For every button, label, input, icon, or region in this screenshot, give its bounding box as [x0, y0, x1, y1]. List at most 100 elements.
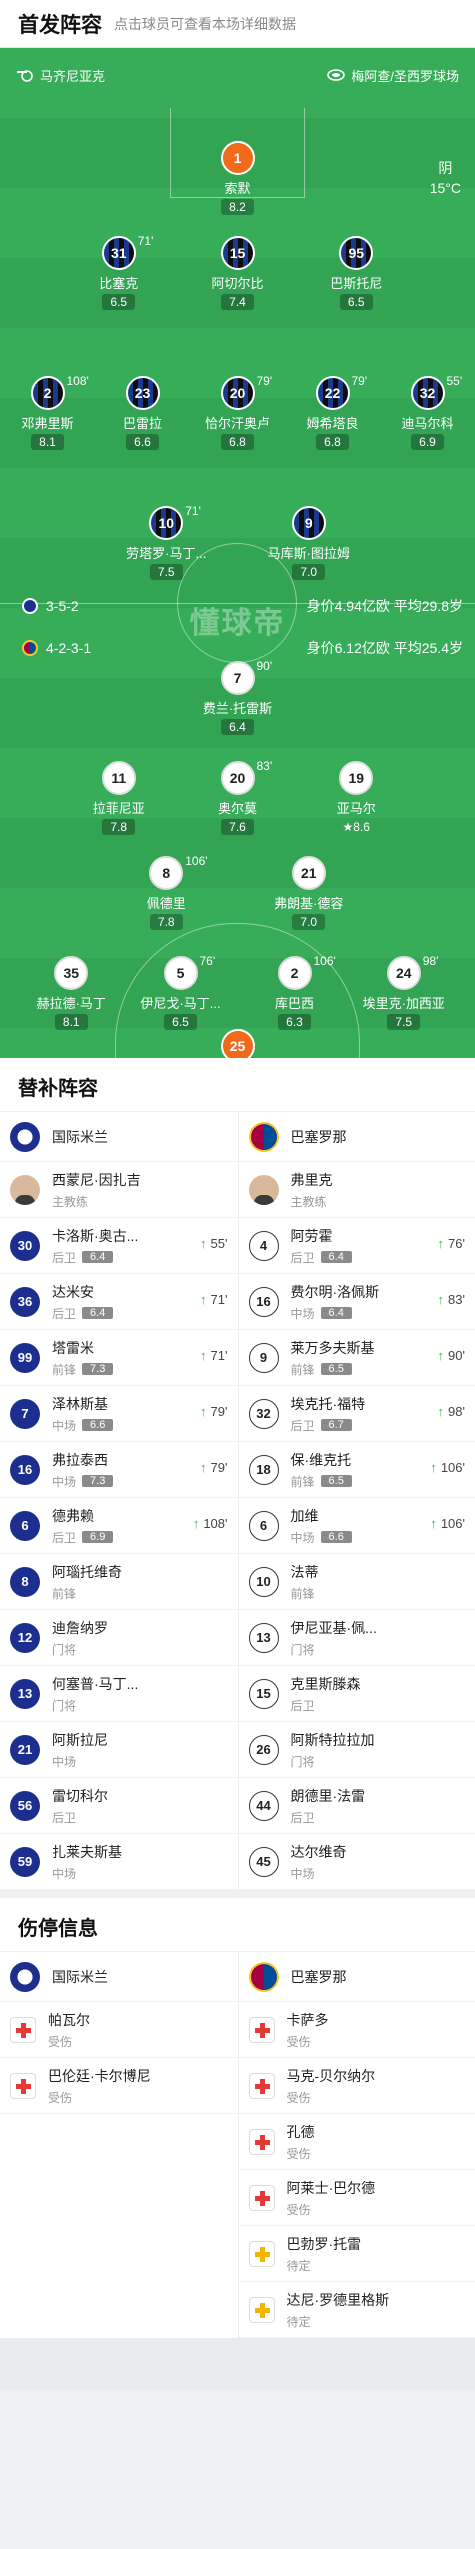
sub-player-row[interactable]: 44 朗德里·法雷 后卫 — [238, 1778, 475, 1834]
sub-time: 71' — [185, 504, 201, 518]
player-marker[interactable]: 20 79' 恰尔汗奥卢 6.8 — [183, 374, 293, 451]
coach-avatar — [248, 1174, 279, 1205]
player-marker[interactable]: 24 98' 埃里克·加西亚 7.5 — [349, 954, 459, 1031]
player-name: 帕瓦尔 — [48, 2011, 90, 2028]
sub-time: 90' — [256, 659, 273, 673]
sub-player-row[interactable]: 8 阿瑙托维奇 前锋 — [0, 1554, 238, 1610]
player-number: 20 — [220, 376, 255, 410]
sub-player-row[interactable]: 9 莱万多夫斯基 前锋 6.5 ↑ 90' — [238, 1330, 475, 1386]
sub-player-row[interactable]: 12 迪詹纳罗 门将 — [0, 1610, 238, 1666]
player-marker[interactable]: 20 83' 奥尔莫 7.6 — [183, 759, 293, 836]
player-name: 法蒂 — [290, 1563, 319, 1580]
sub-in-arrow-icon: ↑ — [437, 1404, 445, 1419]
player-number: 19 — [339, 761, 374, 795]
player-name: 恰尔汗奥卢 — [204, 416, 270, 431]
player-marker[interactable]: 9 马库斯·图拉姆 7.0 — [254, 506, 364, 581]
player-marker[interactable]: 22 79' 姆希塔良 6.8 — [278, 374, 388, 451]
sub-player-row[interactable]: 36 达米安 后卫 6.4 ↑ 71' — [0, 1274, 238, 1330]
sub-player-row[interactable]: 21 阿斯拉尼 中场 — [0, 1722, 238, 1778]
player-position: 后卫 — [52, 1530, 77, 1545]
player-number: 45 — [248, 1846, 279, 1877]
sub-player-row[interactable]: 45 达尔维奇 中场 — [238, 1834, 475, 1890]
player-marker[interactable]: 31 71' 比塞克 6.5 — [64, 234, 174, 311]
sub-minute: 98' — [448, 1404, 465, 1419]
sub-time: 83' — [256, 759, 273, 773]
player-marker[interactable]: 25什琴斯尼6.7 — [183, 1029, 293, 1058]
home-subs-column: 国际米兰 西蒙尼·因扎吉 主教练 30 卡洛斯·奥古... 后卫 6.4 ↑ 55' 36 达米… — [0, 1112, 238, 1890]
sub-player-row[interactable]: 4 阿劳霍 后卫 6.4 ↑ 76' — [238, 1218, 475, 1274]
away-formation: 4-2-3-1 — [46, 640, 92, 656]
sub-player-row[interactable]: 30 卡洛斯·奥古... 后卫 6.4 ↑ 55' — [0, 1218, 238, 1274]
player-number: 56 — [10, 1790, 40, 1821]
player-marker[interactable]: 11 拉菲尼亚 7.8 — [64, 761, 174, 836]
player-name: 拉菲尼亚 — [92, 801, 145, 816]
player-position-row: 后卫 6.4 — [291, 1249, 466, 1266]
sub-player-row[interactable]: 32 埃克托·福特 后卫 6.7 ↑ 98' — [238, 1386, 475, 1442]
player-name: 巴斯托尼 — [330, 276, 383, 291]
sub-minute: 90' — [448, 1348, 465, 1363]
player-name: 克里斯滕森 — [290, 1675, 361, 1692]
lineup-header: 首发阵容 点击球员可查看本场详细数据 — [0, 0, 475, 48]
sub-player-row[interactable]: 13 伊尼亚基·佩... 门将 — [238, 1610, 475, 1666]
sub-in-time: ↑ 83' — [438, 1292, 465, 1307]
sub-player-row[interactable]: 16 费尔明·洛佩斯 中场 6.4 ↑ 83' — [238, 1274, 475, 1330]
player-marker[interactable]: 5 76' 伊尼戈·马丁... 6.5 — [126, 954, 236, 1031]
sub-player-row[interactable]: 6 德弗赖 后卫 6.9 ↑ 108' — [0, 1498, 238, 1554]
sub-player-row[interactable]: 10 法蒂 前锋 — [238, 1554, 475, 1610]
player-marker[interactable]: 8 106' 佩德里 7.8 — [111, 854, 221, 931]
player-marker[interactable]: 95 巴斯托尼 6.5 — [301, 236, 411, 311]
player-marker[interactable]: 23 巴雷拉 6.6 — [88, 376, 198, 451]
player-marker[interactable]: 2 106' 库巴西 6.3 — [240, 954, 350, 1031]
player-marker[interactable]: 19 亚马尔 ★8.6 — [301, 761, 411, 836]
page-footer — [0, 2338, 475, 2390]
referee-name: 马齐尼亚克 — [40, 68, 106, 84]
sub-player-row[interactable]: 99 塔雷米 前锋 7.3 ↑ 71' — [0, 1330, 238, 1386]
player-rating: 6.8 — [221, 434, 254, 450]
player-marker[interactable]: 21 弗朗基·德容 7.0 — [254, 856, 364, 931]
sub-player-row[interactable]: 56 雷切科尔 后卫 — [0, 1778, 238, 1834]
player-marker[interactable]: 15 阿切尔比 7.4 — [183, 236, 293, 311]
sub-in-arrow-icon: ↑ — [200, 1236, 207, 1251]
away-injuries-column: 巴塞罗那 卡萨多 受伤 马克-贝尔纳尔 受伤 孔德 受伤 阿莱士·巴尔德 受伤 巴勃罗·托雷 待定… — [237, 1952, 475, 2338]
away-formation-row: 4-2-3-1 身价6.12亿欧 平均25.4岁 — [22, 638, 463, 658]
sub-player-row[interactable]: 6 加维 中场 6.6 ↑ 106' — [238, 1498, 475, 1554]
injury-row: 卡萨多 受伤 — [238, 2002, 475, 2058]
player-rating: 6.4 — [320, 1251, 352, 1263]
player-name: 赫拉德·马丁 — [36, 996, 106, 1011]
player-marker[interactable]: 32 55' 迪马尔科 6.9 — [373, 374, 475, 451]
sub-player-row[interactable]: 26 阿斯特拉拉加 门将 — [238, 1722, 475, 1778]
player-position: 后卫 — [52, 1250, 77, 1265]
player-marker[interactable]: 7 90' 费兰·托雷斯 6.4 — [183, 659, 293, 736]
sub-player-row[interactable]: 13 何塞普·马丁... 门将 — [0, 1666, 238, 1722]
player-number: 4 — [248, 1230, 279, 1261]
injury-status: 受伤 — [48, 2090, 73, 2105]
player-position-row: 后卫 — [291, 1809, 466, 1826]
player-position-row: 前锋 6.5 — [291, 1473, 466, 1490]
home-team-row: 国际米兰 — [0, 1952, 238, 2002]
home-coach-row[interactable]: 西蒙尼·因扎吉 主教练 — [0, 1162, 238, 1218]
page-title: 首发阵容 — [18, 13, 102, 37]
sub-player-row[interactable]: 15 克里斯滕森 后卫 — [238, 1666, 475, 1722]
sub-player-row[interactable]: 18 保·维克托 前锋 6.5 ↑ 106' — [238, 1442, 475, 1498]
player-name: 姆希塔良 — [306, 416, 359, 431]
player-name: 佩德里 — [146, 896, 186, 911]
player-number: 23 — [125, 376, 160, 410]
player-marker[interactable]: 1 索默 8.2 — [183, 141, 293, 216]
away-coach-row[interactable]: 弗里克 主教练 — [238, 1162, 475, 1218]
sub-player-row[interactable]: 7 泽林斯基 中场 6.6 ↑ 79' — [0, 1386, 238, 1442]
player-name: 巴勃罗·托雷 — [286, 2235, 362, 2252]
player-marker[interactable]: 10 71' 劳塔罗·马丁... 7.5 — [111, 504, 221, 581]
sub-player-row[interactable]: 16 弗拉泰西 中场 7.3 ↑ 79' — [0, 1442, 238, 1498]
home-team-row[interactable]: 国际米兰 — [0, 1112, 238, 1162]
player-position: 中场 — [290, 1530, 315, 1545]
player-number: 16 — [248, 1286, 279, 1317]
sub-player-row[interactable]: 59 扎莱夫斯基 中场 — [0, 1834, 238, 1890]
player-number: 24 — [386, 956, 421, 990]
player-marker[interactable]: 35 赫拉德·马丁 8.1 — [16, 956, 126, 1031]
player-name: 扎莱夫斯基 — [52, 1843, 122, 1860]
player-position-row: 后卫 6.4 — [52, 1249, 228, 1266]
injury-info: 阿莱士·巴尔德 受伤 — [287, 2178, 466, 2218]
away-team-row[interactable]: 巴塞罗那 — [238, 1112, 475, 1162]
player-info: 达尔维奇 中场 — [291, 1842, 466, 1882]
coach-role: 主教练 — [52, 1194, 89, 1209]
